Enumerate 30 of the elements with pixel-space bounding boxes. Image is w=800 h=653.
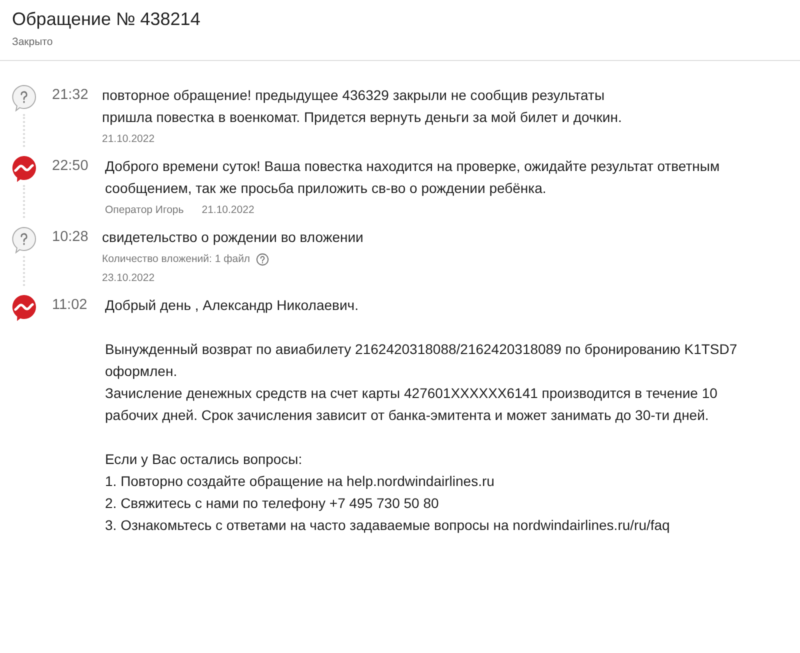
message-text: оформлен. <box>105 362 178 381</box>
help-icon[interactable] <box>256 252 270 266</box>
attachment-count: Количество вложений: 1 файл <box>102 252 250 267</box>
message-text: 1. Повторно создайте обращение на help.nordwindairlines.ru <box>105 472 496 491</box>
logo-bubble-icon <box>11 294 37 322</box>
message-text: Доброго времени суток! Ваша повестка находится на проверке, ожидайте результат ответным <box>105 157 720 176</box>
message-text: 3. Ознакомьтесь с ответами на часто задаваемые вопросы на nordwindairlines.ru/ru/faq <box>105 516 671 535</box>
logo-bubble-icon <box>11 155 37 183</box>
message-time: 11:02 <box>52 296 88 315</box>
message-text: Добрый день , Александр Николаевич. <box>105 296 360 315</box>
message-text: рабочих дней. Срок зачисления зависит от банка-эмитента и может занимать до 30-ти дней. <box>105 406 710 425</box>
message-text: пришла повестка в военкомат. Придется вернуть деньги за мой билет и дочкин. <box>102 108 622 127</box>
message-time: 10:28 <box>52 228 90 247</box>
message-time: 22:50 <box>52 157 90 176</box>
message-text: повторное обращение! предыдущее 436329 закрыли не сообщив результаты <box>102 86 606 105</box>
question-bubble-icon <box>11 84 37 112</box>
operator-name: Оператор Игорь <box>105 203 184 218</box>
ticket-status: Закрыто <box>12 36 54 48</box>
message-text: сообщением, так же просьба приложить св-во о рождении ребёнка. <box>105 179 548 198</box>
ticket-title: Обращение № 438214 <box>12 8 202 30</box>
message-text: Если у Вас остались вопросы: <box>105 450 304 469</box>
message-text: свидетельство о рождении во вложении <box>102 228 364 247</box>
message-text: Вынужденный возврат по авиабилету 2162420318088/2162420318089 по бронированию K1TSD7 <box>105 340 738 359</box>
message-date: 21.10.2022 <box>202 203 254 218</box>
message-date: 21.10.2022 <box>102 132 155 147</box>
message-time: 21:32 <box>52 86 90 105</box>
message-text: Зачисление денежных средств на счет карты 427601XXXXXX6141 производится в течение 10 <box>105 384 718 403</box>
message-text: 2. Свяжитесь с нами по телефону +7 495 730 50 80 <box>105 494 440 513</box>
question-bubble-icon <box>11 226 37 254</box>
message-date: 23.10.2022 <box>102 271 155 286</box>
